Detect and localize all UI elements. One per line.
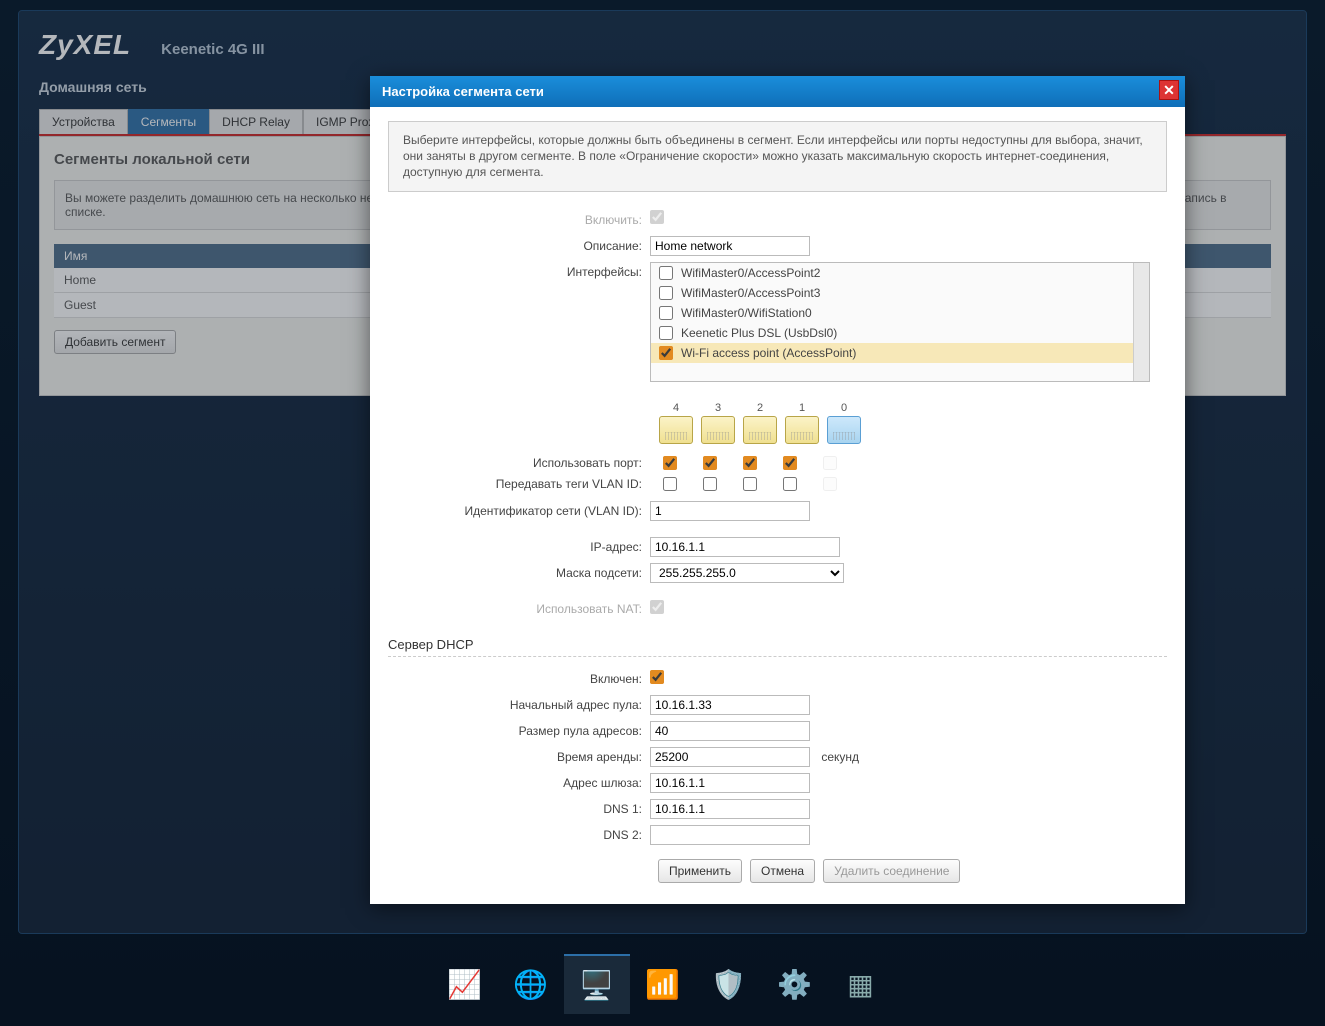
- port-label: 1: [799, 402, 805, 414]
- vlan-tag-checkbox[interactable]: [703, 477, 717, 491]
- label-dhcp-on: Включен:: [388, 669, 650, 689]
- lan-port-icon: [743, 416, 777, 444]
- iface-label: Wi-Fi access point (AccessPoint): [681, 346, 856, 360]
- vlan-tag-checkbox: [823, 477, 837, 491]
- tab-devices[interactable]: Устройства: [39, 109, 128, 134]
- label-dns2: DNS 2:: [388, 825, 650, 845]
- segment-settings-modal: Настройка сегмента сети ✕ Выберите интер…: [370, 76, 1185, 904]
- dns2-input[interactable]: [650, 825, 810, 845]
- iface-label: WifiMaster0/AccessPoint3: [681, 286, 820, 300]
- nat-checkbox: [650, 600, 664, 614]
- vlan-tag-checkbox[interactable]: [743, 477, 757, 491]
- vlan-tag-checkbox[interactable]: [663, 477, 677, 491]
- vlan-tag-checkbox[interactable]: [783, 477, 797, 491]
- apps-icon[interactable]: ▦: [828, 954, 894, 1014]
- port-label: 2: [757, 402, 763, 414]
- scrollbar[interactable]: [1133, 263, 1149, 381]
- iface-checkbox[interactable]: [659, 286, 673, 300]
- iface-checkbox[interactable]: [659, 326, 673, 340]
- network-icon[interactable]: 🖥️: [564, 954, 630, 1014]
- modal-note: Выберите интерфейсы, которые должны быть…: [388, 121, 1167, 192]
- label-pool-start: Начальный адрес пула:: [388, 695, 650, 715]
- monitor-icon[interactable]: 📈: [432, 954, 498, 1014]
- dhcp-enabled-checkbox[interactable]: [650, 670, 664, 684]
- dns1-input[interactable]: [650, 799, 810, 819]
- label-ifaces: Интерфейсы:: [388, 262, 650, 282]
- use-port-checkbox[interactable]: [663, 456, 677, 470]
- iface-label: WifiMaster0/AccessPoint2: [681, 266, 820, 280]
- modal-title: Настройка сегмента сети ✕: [370, 76, 1185, 107]
- port-label: 3: [715, 402, 721, 414]
- signal-icon[interactable]: 📶: [630, 954, 696, 1014]
- label-use-port: Использовать порт:: [388, 456, 650, 470]
- lease-time-input[interactable]: [650, 747, 810, 767]
- iface-item[interactable]: WifiMaster0/AccessPoint3: [651, 283, 1149, 303]
- close-icon[interactable]: ✕: [1159, 80, 1179, 100]
- label-desc: Описание:: [388, 236, 650, 256]
- use-port-checkbox[interactable]: [783, 456, 797, 470]
- iface-label: Keenetic Plus DSL (UsbDsl0): [681, 326, 837, 340]
- cell-name: Guest: [54, 293, 400, 318]
- label-pool-size: Размер пула адресов:: [388, 721, 650, 741]
- iface-item[interactable]: WifiMaster0/WifiStation0: [651, 303, 1149, 323]
- use-port-checkbox: [823, 456, 837, 470]
- add-segment-button[interactable]: Добавить сегмент: [54, 330, 176, 354]
- label-ip: IP-адрес:: [388, 537, 650, 557]
- iface-item[interactable]: Keenetic Plus DSL (UsbDsl0): [651, 323, 1149, 343]
- enable-checkbox: [650, 210, 664, 224]
- wan-port-icon: [827, 416, 861, 444]
- globe-icon[interactable]: 🌐: [498, 954, 564, 1014]
- modal-title-text: Настройка сегмента сети: [382, 84, 544, 99]
- tab-segments[interactable]: Сегменты: [128, 109, 209, 134]
- brand-logo: ZyXEL: [39, 29, 131, 61]
- ip-address-input[interactable]: [650, 537, 840, 557]
- lan-port-icon: [659, 416, 693, 444]
- iface-checkbox[interactable]: [659, 306, 673, 320]
- lease-unit: секунд: [821, 750, 859, 764]
- lan-port-icon: [701, 416, 735, 444]
- shield-icon[interactable]: 🛡️: [696, 954, 762, 1014]
- iface-item[interactable]: Wi-Fi access point (AccessPoint): [651, 343, 1149, 363]
- apply-button[interactable]: Применить: [658, 859, 742, 883]
- cell-name: Home: [54, 268, 400, 293]
- delete-connection-button[interactable]: Удалить соединение: [823, 859, 960, 883]
- label-dns1: DNS 1:: [388, 799, 650, 819]
- port-label: 0: [841, 402, 847, 414]
- bottom-nav: 📈 🌐 🖥️ 📶 🛡️ ⚙️ ▦: [0, 944, 1325, 1026]
- pool-start-input[interactable]: [650, 695, 810, 715]
- description-input[interactable]: [650, 236, 810, 256]
- label-nat: Использовать NAT:: [388, 599, 650, 619]
- port-label: 4: [673, 402, 679, 414]
- label-mask: Маска подсети:: [388, 563, 650, 583]
- label-enable: Включить:: [388, 210, 650, 230]
- col-name: Имя: [54, 244, 400, 268]
- use-port-checkbox[interactable]: [703, 456, 717, 470]
- gateway-input[interactable]: [650, 773, 810, 793]
- tab-dhcp-relay[interactable]: DHCP Relay: [209, 109, 303, 134]
- iface-label: WifiMaster0/WifiStation0: [681, 306, 812, 320]
- label-vlan-id: Идентификатор сети (VLAN ID):: [388, 501, 650, 521]
- cancel-button[interactable]: Отмена: [750, 859, 815, 883]
- use-port-checkbox[interactable]: [743, 456, 757, 470]
- interfaces-listbox[interactable]: WifiMaster0/AccessPoint2 WifiMaster0/Acc…: [650, 262, 1150, 382]
- model-name: Keenetic 4G III: [161, 41, 264, 58]
- ports-diagram: 4 3 2 1 0: [658, 402, 1167, 446]
- gear-icon[interactable]: ⚙️: [762, 954, 828, 1014]
- dhcp-section-title: Сервер DHCP: [388, 637, 1167, 652]
- label-gateway: Адрес шлюза:: [388, 773, 650, 793]
- label-vlan-tag: Передавать теги VLAN ID:: [388, 477, 650, 491]
- pool-size-input[interactable]: [650, 721, 810, 741]
- label-lease: Время аренды:: [388, 747, 650, 767]
- subnet-mask-select[interactable]: 255.255.255.0: [650, 563, 844, 583]
- iface-checkbox[interactable]: [659, 346, 673, 360]
- iface-checkbox[interactable]: [659, 266, 673, 280]
- vlan-id-input[interactable]: [650, 501, 810, 521]
- lan-port-icon: [785, 416, 819, 444]
- iface-item[interactable]: WifiMaster0/AccessPoint2: [651, 263, 1149, 283]
